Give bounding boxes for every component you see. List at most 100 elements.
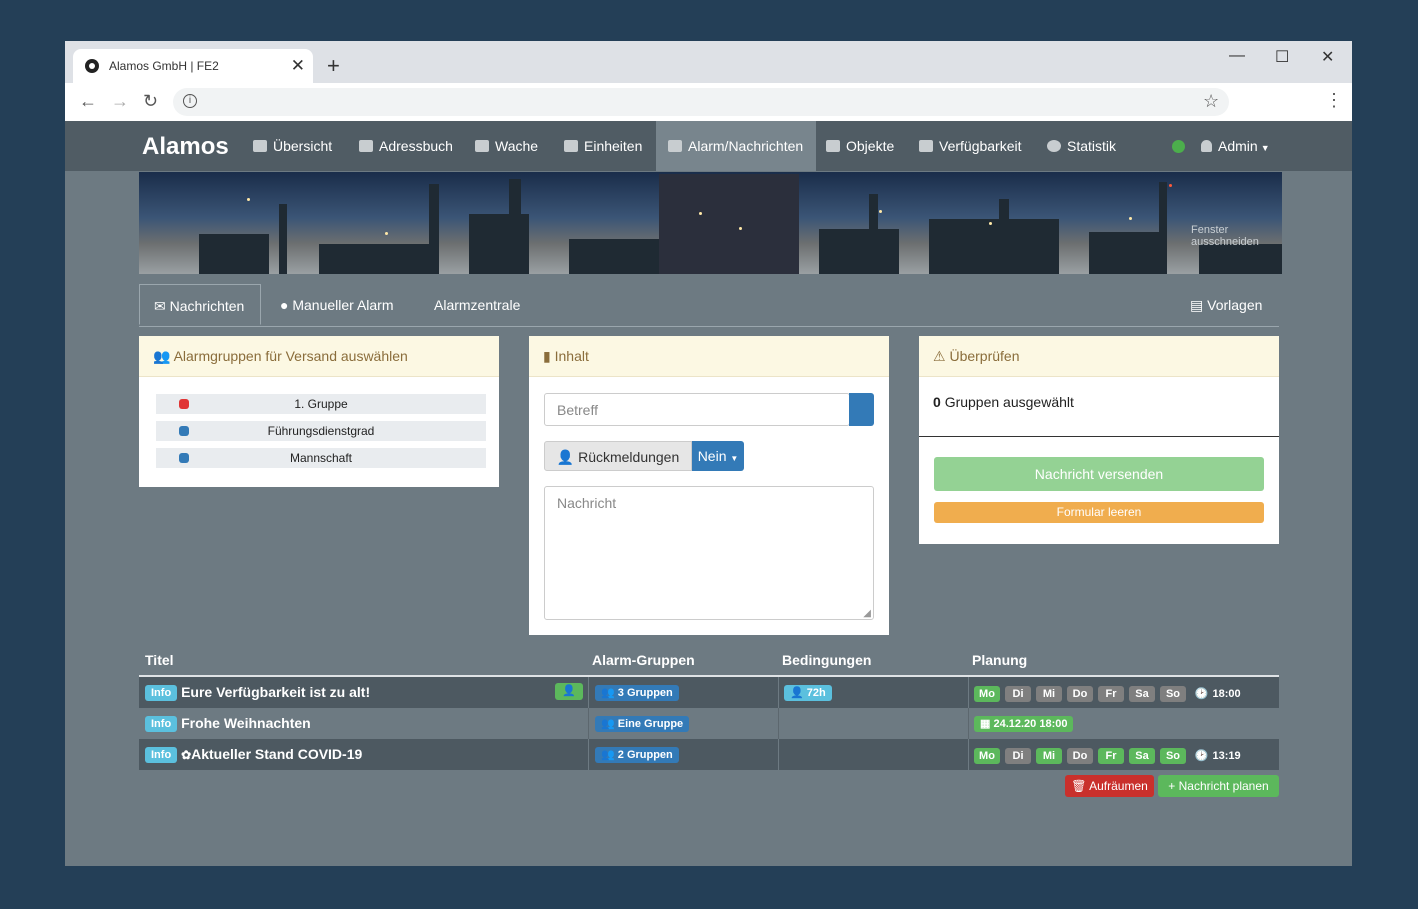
- groups-badge: 👥 Eine Gruppe: [595, 716, 690, 732]
- users-icon: 👥: [153, 348, 171, 364]
- feedback-dropdown[interactable]: Nein ▼: [692, 441, 744, 471]
- row-condition-cell: 👤 72h: [784, 677, 832, 708]
- list-icon: [564, 140, 578, 152]
- nav-verfuegbarkeit-label: Verfügbarkeit: [939, 138, 1022, 154]
- address-book-icon: [359, 140, 373, 152]
- tab-manueller-alarm-label: Manueller Alarm: [292, 297, 394, 313]
- nav-adressbuch-label: Adressbuch: [379, 138, 453, 154]
- table-row[interactable]: Info Frohe Weihnachten 👥 Eine Gruppe ▦ 2…: [139, 708, 1279, 739]
- info-tag: Info: [145, 716, 178, 732]
- group-name: 1. Gruppe: [294, 397, 348, 411]
- alamos-logo[interactable]: Alamos: [142, 133, 229, 161]
- nav-alarm-nachrichten-label: Alarm/Nachrichten: [688, 138, 804, 154]
- day-fr: Fr: [1098, 748, 1124, 764]
- content-panel: ▮ Inhalt Betreff 👤 Rückmeldungen Nein ▼ …: [529, 336, 889, 635]
- plan-message-button[interactable]: + Nachricht planen: [1158, 775, 1279, 797]
- tab-vorlagen-label: Vorlagen: [1207, 297, 1263, 313]
- nav-einheiten[interactable]: Einheiten: [564, 121, 642, 171]
- subject-addon-button[interactable]: [849, 393, 874, 426]
- clock-icon: 🕑: [1194, 750, 1209, 762]
- nav-uebersicht[interactable]: Übersicht: [253, 121, 332, 171]
- group-item[interactable]: Mannschaft: [156, 448, 486, 468]
- day-mo: Mo: [974, 686, 1000, 702]
- content-panel-header: ▮ Inhalt: [529, 336, 889, 377]
- user-menu[interactable]: Admin ▼: [1201, 121, 1270, 171]
- url-bar[interactable]: i: [173, 88, 1229, 116]
- group-color-dot: [179, 453, 189, 463]
- tab-vorlagen[interactable]: ▤ Vorlagen: [1190, 284, 1262, 325]
- day-do: Do: [1067, 748, 1093, 764]
- group-item[interactable]: Führungsdienstgrad: [156, 421, 486, 441]
- row-title-cell: Info ✿Aktueller Stand COVID-19: [145, 739, 362, 770]
- tab-manueller-alarm[interactable]: ● Manueller Alarm: [280, 284, 394, 325]
- day-di: Di: [1005, 748, 1031, 764]
- resize-handle-icon[interactable]: ◢: [863, 608, 871, 619]
- row-groups-cell: 👥 2 Gruppen: [595, 739, 679, 770]
- forward-icon[interactable]: →: [111, 91, 129, 112]
- maximize-icon[interactable]: ☐: [1275, 47, 1289, 67]
- window-close-icon[interactable]: ✕: [1321, 47, 1334, 67]
- tab-close-icon[interactable]: ✕: [291, 56, 305, 76]
- reload-icon[interactable]: ↻: [143, 91, 158, 112]
- col-planning: Planung: [972, 652, 1028, 668]
- new-tab-icon[interactable]: +: [327, 53, 340, 79]
- group-color-dot: [179, 426, 189, 436]
- group-item[interactable]: 1. Gruppe: [156, 394, 486, 414]
- subject-input[interactable]: Betreff: [544, 393, 850, 426]
- groups-badge-label: 2 Gruppen: [617, 749, 673, 761]
- alamos-favicon-icon: [85, 59, 99, 73]
- nav-alarm-nachrichten[interactable]: Alarm/Nachrichten: [656, 121, 816, 171]
- caret-down-icon: ▼: [730, 454, 739, 463]
- nav-statistik[interactable]: Statistik: [1047, 121, 1116, 171]
- nav-objekte[interactable]: Objekte: [826, 121, 894, 171]
- groups-badge-label: Eine Gruppe: [617, 718, 684, 730]
- row-planning-cell: Mo Di Mi Do Fr Sa So 🕑 13:19: [974, 739, 1241, 770]
- nav-wache[interactable]: Wache: [475, 121, 538, 171]
- date-badge: ▦ 24.12.20 18:00: [974, 716, 1074, 732]
- tab-title: Alamos GmbH | FE2: [109, 59, 219, 73]
- cleanup-label: Aufräumen: [1089, 779, 1148, 793]
- garage-icon: [475, 140, 489, 152]
- feedback-user-icon: 👤: [555, 683, 583, 700]
- subject-placeholder: Betreff: [557, 402, 598, 418]
- back-icon[interactable]: ←: [79, 91, 97, 112]
- caret-down-icon: ▼: [1260, 143, 1270, 153]
- groups-panel: 👥 Alarmgruppen für Versand auswählen 1. …: [139, 336, 499, 487]
- user-name: Admin: [1218, 138, 1258, 154]
- col-conditions: Bedingungen: [782, 652, 872, 668]
- browser-menu-icon[interactable]: ⋮: [1325, 90, 1343, 111]
- status-indicator: [1172, 140, 1185, 153]
- selected-count-text: Gruppen ausgewählt: [944, 394, 1074, 410]
- plus-icon: +: [1168, 779, 1176, 793]
- bookmark-star-icon[interactable]: ☆: [1203, 91, 1219, 112]
- map-marker-icon: ●: [280, 297, 289, 313]
- minimize-icon[interactable]: —: [1229, 47, 1245, 65]
- groups-badge: 👥 2 Gruppen: [595, 747, 679, 763]
- table-row[interactable]: Info Eure Verfügbarkeit ist zu alt! 👤 👥 …: [139, 677, 1279, 708]
- nav-adressbuch[interactable]: Adressbuch: [359, 121, 453, 171]
- schedule-time: 18:00: [1212, 688, 1241, 700]
- feedback-label-button[interactable]: 👤 Rückmeldungen: [544, 441, 692, 471]
- clock-icon: 🕑: [1194, 688, 1209, 700]
- feedback-label: Rückmeldungen: [578, 449, 680, 465]
- table-row[interactable]: Info ✿Aktueller Stand COVID-19 👥 2 Grupp…: [139, 739, 1279, 770]
- tab-nachrichten[interactable]: ✉ Nachrichten: [139, 284, 261, 325]
- site-info-icon[interactable]: i: [183, 94, 197, 108]
- message-textarea[interactable]: Nachricht ◢: [544, 486, 874, 620]
- col-groups: Alarm-Gruppen: [592, 652, 695, 668]
- feedback-value: Nein: [697, 448, 727, 464]
- condition-badge: 👤 72h: [784, 685, 832, 701]
- send-message-button[interactable]: Nachricht versenden: [934, 457, 1264, 491]
- day-di: Di: [1005, 686, 1031, 702]
- clear-form-button[interactable]: Formular leeren: [934, 502, 1264, 523]
- group-color-dot: [179, 399, 189, 409]
- address-bar-row: ← → ↻ i ☆ ⋮: [65, 83, 1352, 122]
- day-sa: Sa: [1129, 748, 1155, 764]
- message-placeholder: Nachricht: [557, 495, 617, 511]
- cleanup-button[interactable]: 🗑 Aufräumen: [1065, 775, 1154, 797]
- tab-alarmzentrale[interactable]: Alarmzentrale: [434, 284, 520, 325]
- browser-tab[interactable]: Alamos GmbH | FE2 ✕: [73, 49, 313, 83]
- nav-verfuegbarkeit[interactable]: Verfügbarkeit: [919, 121, 1022, 171]
- browser-window: Alamos GmbH | FE2 ✕ + — ☐ ✕ ← → ↻ i ☆ ⋮ …: [65, 41, 1352, 866]
- plan-message-label: Nachricht planen: [1178, 779, 1269, 793]
